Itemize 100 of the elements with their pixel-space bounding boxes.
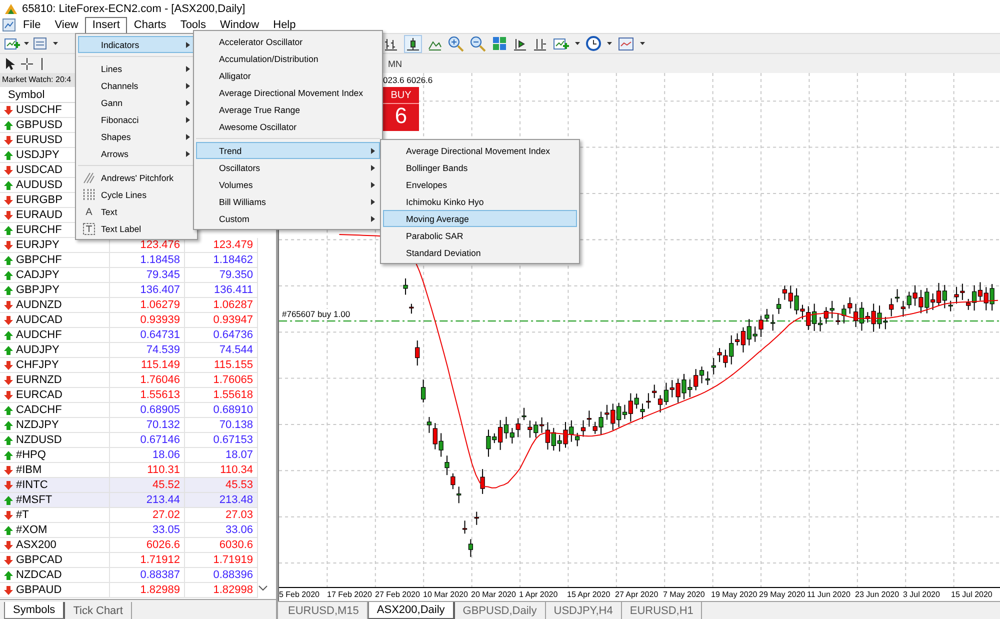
axis-label: 23 Jun 2020 [855, 589, 900, 602]
symbol-cell[interactable]: #T [0, 508, 110, 523]
bid-cell: 0.67146 [110, 433, 185, 448]
bid-cell: 1.71912 [110, 553, 185, 568]
menu-item[interactable]: Moving Average [383, 210, 577, 227]
menu-bar-item[interactable]: View [48, 17, 86, 33]
axis-label: 5 Feb 2020 [279, 589, 320, 602]
symbol-cell[interactable]: GBPCAD [0, 553, 110, 568]
panel-tab[interactable]: Tick Chart [65, 602, 132, 619]
bid-cell: 0.88387 [110, 568, 185, 583]
ask-cell: 1.55618 [185, 388, 258, 403]
menu-item[interactable]: Alligator [196, 67, 380, 84]
ask-cell: 1.06287 [185, 298, 258, 313]
panel-tab[interactable]: Symbols [4, 602, 66, 619]
axis-label: 15 Apr 2020 [567, 589, 612, 602]
ask-cell: 6030.6 [185, 538, 258, 553]
symbol-cell[interactable]: NZDCAD [0, 568, 110, 583]
bid-cell: 1.82989 [110, 583, 185, 598]
axis-label: 17 Feb 2020 [327, 589, 373, 602]
window-title: 65810: LiteForex-ECN2.com - [ASX200,Daily] [22, 2, 246, 14]
bid-cell: 45.52 [110, 478, 185, 493]
menu-item[interactable]: Average Directional Movement Index [196, 84, 380, 101]
menu-item[interactable]: Envelopes [383, 176, 577, 193]
menu-item[interactable]: Accumulation/Distribution [196, 50, 380, 67]
menu-item[interactable]: Accelerator Oscillator [196, 33, 380, 50]
menu-item[interactable]: Awesome Oscillator [196, 118, 380, 135]
symbol-cell[interactable]: EURJPY [0, 238, 110, 253]
ask-cell: 74.544 [185, 343, 258, 358]
bid-cell: 110.31 [110, 463, 185, 478]
menu-bar-item[interactable]: Window [213, 17, 266, 33]
menu-item[interactable]: Lines [78, 60, 195, 77]
axis-label: 1 Apr 2020 [519, 589, 559, 602]
ask-cell: 0.64736 [185, 328, 258, 343]
symbol-cell[interactable]: CHFJPY [0, 358, 110, 373]
ask-cell: 1.71919 [185, 553, 258, 568]
menu-item[interactable]: Standard Deviation [383, 244, 577, 261]
symbol-cell[interactable]: NZDUSD [0, 433, 110, 448]
symbol-cell[interactable]: #XOM [0, 523, 110, 538]
menu-item[interactable]: Ichimoku Kinko Hyo [383, 193, 577, 210]
menu-item[interactable]: Volumes [196, 176, 380, 193]
ask-cell: 1.82998 [185, 583, 258, 598]
symbol-cell[interactable]: EURCAD [0, 388, 110, 403]
axis-label: 10 Mar 2020 [423, 589, 469, 602]
menu-item[interactable]: Indicators [78, 36, 195, 53]
symbol-cell[interactable]: CADJPY [0, 268, 110, 283]
bid-cell: 18.06 [110, 448, 185, 463]
menu-bar-item[interactable]: Tools [173, 17, 213, 33]
ask-cell: 115.155 [185, 358, 258, 373]
symbol-cell[interactable]: AUDCAD [0, 313, 110, 328]
bid-cell: 1.55613 [110, 388, 185, 403]
bid-cell: 33.05 [110, 523, 185, 538]
bid-cell: 1.06279 [110, 298, 185, 313]
symbol-cell[interactable]: #INTC [0, 478, 110, 493]
menu-bar-item[interactable]: Insert [85, 17, 127, 33]
menu-bar-item[interactable]: File [16, 17, 48, 33]
menu-item[interactable]: Bollinger Bands [383, 159, 577, 176]
ask-cell: 1.18462 [185, 253, 258, 268]
panel-title: Market Watch: 20:4 [2, 75, 72, 84]
bid-cell: 27.02 [110, 508, 185, 523]
bid-cell: 0.64731 [110, 328, 185, 343]
symbol-cell[interactable]: #HPQ [0, 448, 110, 463]
chart-tab[interactable]: USDJPY,H4 [546, 602, 622, 619]
chart-tab[interactable]: EURUSD,H1 [622, 602, 702, 619]
bid-cell: 115.149 [110, 358, 185, 373]
order-label: #765607 buy 1.00 [282, 309, 350, 319]
menu-item[interactable]: Average Directional Movement Index [383, 142, 577, 159]
menu-bar-item[interactable]: Charts [126, 17, 174, 33]
buy-button[interactable]: BUY 6 [383, 87, 419, 131]
bid-cell: 0.93939 [110, 313, 185, 328]
bid-cell: 79.345 [110, 268, 185, 283]
ask-cell: 123.479 [185, 238, 258, 253]
menu-item[interactable]: Parabolic SAR [383, 227, 577, 244]
symbol-cell[interactable]: AUDNZD [0, 298, 110, 313]
chart-tab[interactable]: GBPUSD,Daily [454, 602, 546, 619]
symbol-cell[interactable]: #MSFT [0, 493, 110, 508]
menu-item[interactable]: Custom [196, 210, 380, 227]
symbol-cell[interactable]: GBPAUD [0, 583, 110, 598]
timeframe-button[interactable]: MN [388, 58, 402, 68]
axis-label: 11 Jun 2020 [807, 589, 852, 602]
menu-item[interactable]: Oscillators [196, 159, 380, 176]
symbol-cell[interactable]: GBPJPY [0, 283, 110, 298]
symbol-cell[interactable]: ASX200 [0, 538, 110, 553]
symbol-cell[interactable]: NZDJPY [0, 418, 110, 433]
symbol-cell[interactable]: AUDCHF [0, 328, 110, 343]
menu-bar-item[interactable]: Help [266, 17, 303, 33]
bid-cell: 1.76046 [110, 373, 185, 388]
symbol-cell[interactable]: EURNZD [0, 373, 110, 388]
symbol-cell[interactable]: AUDJPY [0, 343, 110, 358]
menu-item[interactable]: Trend [196, 142, 380, 159]
ask-cell: 70.138 [185, 418, 258, 433]
price-label: 023.6 6026.6 [383, 75, 433, 85]
symbol-cell[interactable]: GBPCHF [0, 253, 110, 268]
symbol-cell[interactable]: CADCHF [0, 403, 110, 418]
ask-cell: 79.350 [185, 268, 258, 283]
axis-label: 19 May 2020 [711, 589, 758, 602]
chart-tab[interactable]: ASX200,Daily [368, 602, 455, 619]
axis-label: 27 Apr 2020 [615, 589, 660, 602]
symbol-cell[interactable]: #IBM [0, 463, 110, 478]
menu-item[interactable]: Bill Williams [196, 193, 380, 210]
menu-item[interactable]: Average True Range [196, 101, 380, 118]
